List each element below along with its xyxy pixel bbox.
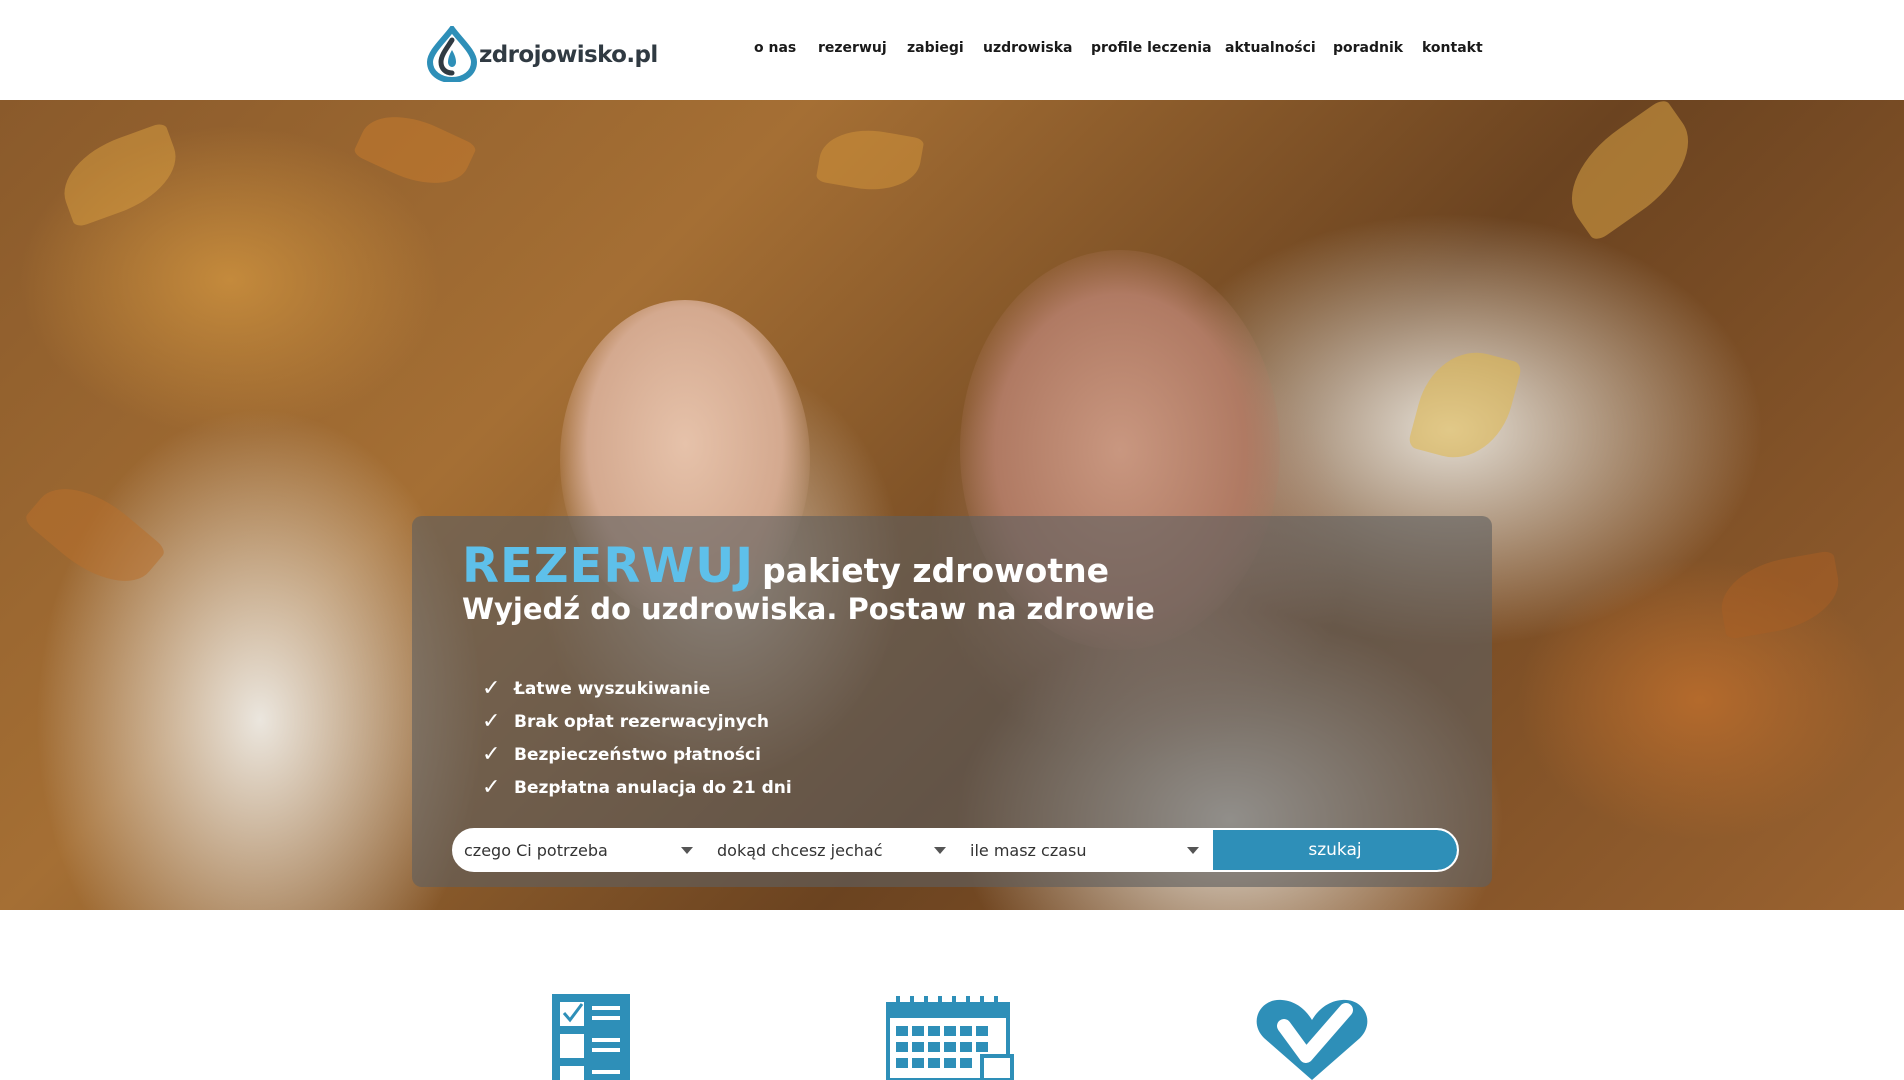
feature-item: ✓ Łatwe wyszukiwanie bbox=[482, 672, 792, 705]
need-select[interactable]: czego Ci potrzeba bbox=[454, 830, 707, 870]
leaf-decoration bbox=[815, 121, 925, 199]
nav-item-profile-leczenia[interactable]: profile leczenia bbox=[1091, 40, 1212, 56]
chevron-down-icon bbox=[1187, 847, 1199, 854]
search-button[interactable]: szukaj bbox=[1213, 830, 1457, 870]
leaf-decoration bbox=[1549, 100, 1711, 243]
heart-check-icon bbox=[1256, 999, 1368, 1080]
feature-item: ✓ Bezpieczeństwo płatności bbox=[482, 738, 792, 771]
checklist-icon bbox=[552, 994, 630, 1080]
search-form: czego Ci potrzeba dokąd chcesz jechać il… bbox=[452, 828, 1459, 872]
feature-item: ✓ Bezpłatna anulacja do 21 dni bbox=[482, 771, 792, 804]
feature-label: Brak opłat rezerwacyjnych bbox=[514, 711, 769, 732]
hero-image: REZERWUJ pakiety zdrowotne Wyjedź do uzdr… bbox=[0, 100, 1904, 910]
checkmark-icon: ✓ bbox=[482, 676, 501, 701]
nav-item-kontakt[interactable]: kontakt bbox=[1422, 40, 1483, 56]
hero-headline: REZERWUJ pakiety zdrowotne bbox=[462, 538, 1109, 594]
site-header: zdrojowisko.pl o nas rezerwuj zabiegi uz… bbox=[0, 0, 1904, 100]
chevron-down-icon bbox=[681, 847, 693, 854]
duration-select[interactable]: ile masz czasu bbox=[960, 830, 1213, 870]
nav-item-o-nas[interactable]: o nas bbox=[754, 40, 796, 56]
main-nav: o nas rezerwuj zabiegi uzdrowiska profil… bbox=[0, 40, 1904, 64]
benefits-section bbox=[0, 910, 1904, 1080]
duration-select-value: ile masz czasu bbox=[970, 840, 1087, 860]
checkmark-icon: ✓ bbox=[482, 709, 501, 734]
nav-item-uzdrowiska[interactable]: uzdrowiska bbox=[983, 40, 1072, 56]
booking-panel: REZERWUJ pakiety zdrowotne Wyjedź do uzdr… bbox=[412, 516, 1492, 887]
leaf-decoration bbox=[352, 100, 478, 201]
chevron-down-icon bbox=[934, 847, 946, 854]
leaf-decoration bbox=[1714, 550, 1846, 640]
feature-label: Łatwe wyszukiwanie bbox=[514, 678, 711, 699]
nav-item-poradnik[interactable]: poradnik bbox=[1333, 40, 1403, 56]
feature-label: Bezpieczeństwo płatności bbox=[514, 744, 761, 765]
calendar-icon bbox=[886, 996, 1014, 1080]
leaf-decoration bbox=[22, 466, 168, 604]
checkmark-icon: ✓ bbox=[482, 742, 501, 767]
nav-item-aktualnosci[interactable]: aktualności bbox=[1225, 40, 1316, 56]
headline-accent: REZERWUJ bbox=[462, 538, 755, 594]
headline-rest: pakiety zdrowotne bbox=[762, 551, 1109, 590]
feature-list: ✓ Łatwe wyszukiwanie ✓ Brak opłat rezerw… bbox=[482, 672, 792, 804]
leaf-decoration bbox=[1407, 340, 1523, 470]
destination-select-value: dokąd chcesz jechać bbox=[717, 840, 883, 860]
checkmark-icon: ✓ bbox=[482, 775, 501, 800]
feature-item: ✓ Brak opłat rezerwacyjnych bbox=[482, 705, 792, 738]
feature-label: Bezpłatna anulacja do 21 dni bbox=[514, 777, 792, 798]
need-select-value: czego Ci potrzeba bbox=[464, 840, 608, 860]
leaf-decoration bbox=[51, 121, 189, 229]
nav-item-zabiegi[interactable]: zabiegi bbox=[907, 40, 964, 56]
destination-select[interactable]: dokąd chcesz jechać bbox=[707, 830, 960, 870]
hero-subheadline: Wyjedź do uzdrowiska. Postaw na zdrowie bbox=[462, 592, 1155, 626]
nav-item-rezerwuj[interactable]: rezerwuj bbox=[818, 40, 887, 56]
